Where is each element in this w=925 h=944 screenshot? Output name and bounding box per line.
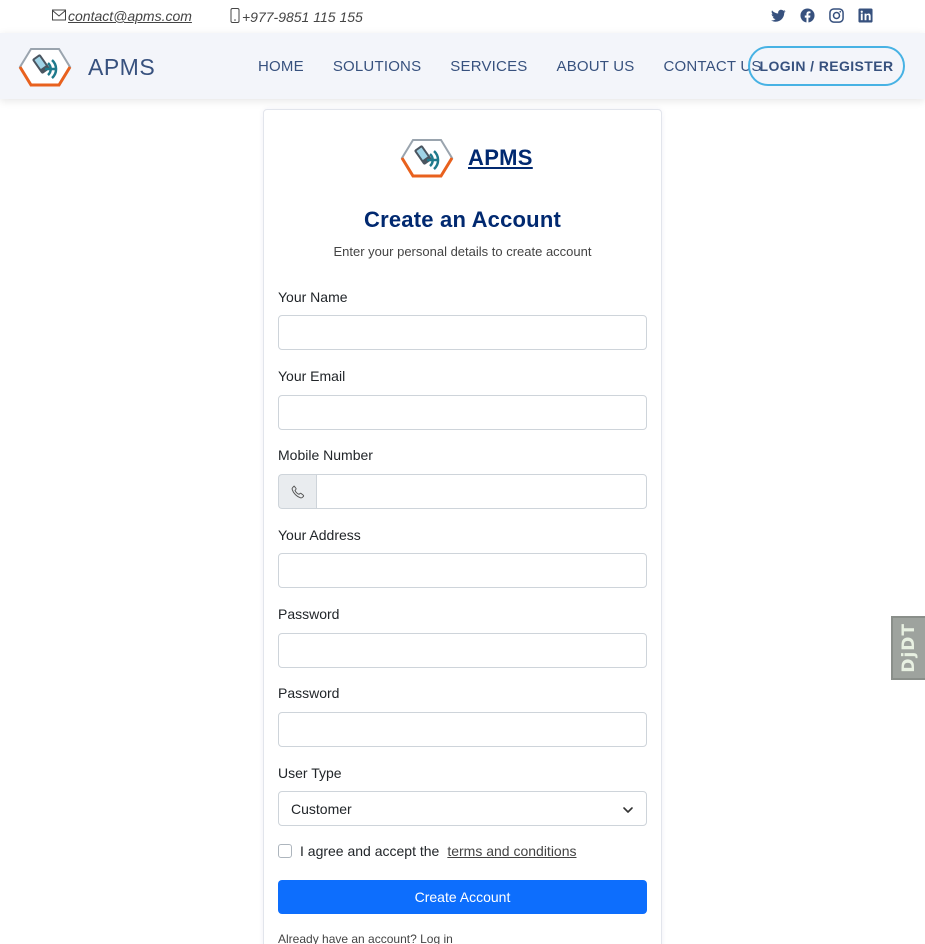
nav-home[interactable]: HOME xyxy=(258,58,304,75)
address-input[interactable] xyxy=(278,553,647,588)
terms-agreement: I agree and accept the terms and conditi… xyxy=(278,843,577,859)
brand[interactable]: APMS xyxy=(18,47,155,87)
debug-toolbar-label: DjDT xyxy=(899,623,919,673)
nav-solutions[interactable]: SOLUTIONS xyxy=(333,58,421,75)
contact-phone: +977-9851 115 155 xyxy=(230,8,363,26)
page-subtitle: Enter your personal details to create ac… xyxy=(333,244,592,259)
create-account-button[interactable]: Create Account xyxy=(278,880,647,914)
user-type-select[interactable]: Customer xyxy=(278,791,647,826)
terms-link[interactable]: terms and conditions xyxy=(447,843,576,859)
page-title: Create an Account xyxy=(364,207,561,232)
envelope-icon xyxy=(52,8,66,24)
agree-text: I agree and accept the xyxy=(300,843,440,859)
address-label: Your Address xyxy=(278,527,361,543)
phone-number: +977-9851 115 155 xyxy=(242,9,363,25)
name-input[interactable] xyxy=(278,315,647,350)
name-label: Your Name xyxy=(278,289,348,305)
card-brand-name: APMS xyxy=(468,145,533,170)
user-type-value: Customer xyxy=(291,800,352,817)
apms-logo-icon xyxy=(18,47,72,87)
terms-checkbox[interactable] xyxy=(278,844,292,858)
user-type-label: User Type xyxy=(278,765,342,781)
already-text: Already have an account? xyxy=(278,932,417,944)
phone-icon xyxy=(278,474,316,509)
already-have-account: Already have an account? Log in xyxy=(278,932,453,944)
register-card: APMS Create an Account Enter your person… xyxy=(263,109,662,944)
apms-logo-icon xyxy=(400,138,454,178)
nav-contact-us[interactable]: CONTACT US xyxy=(664,58,762,75)
nav-services[interactable]: SERVICES xyxy=(450,58,527,75)
chevron-down-icon xyxy=(622,803,634,815)
brand-name: APMS xyxy=(88,53,156,80)
twitter-icon[interactable] xyxy=(771,8,786,23)
mobile-input-group xyxy=(278,474,647,509)
email-label: Your Email xyxy=(278,368,346,384)
debug-toolbar-handle[interactable]: DjDT xyxy=(891,616,925,680)
main-nav: HOME SOLUTIONS SERVICES ABOUT US CONTACT… xyxy=(258,58,762,75)
confirm-password-label: Password xyxy=(278,685,340,701)
linkedin-icon[interactable] xyxy=(858,8,873,23)
instagram-icon[interactable] xyxy=(829,8,844,23)
contact-email: contact@apms.com xyxy=(52,8,192,24)
nav-about-us[interactable]: ABOUT US xyxy=(556,58,634,75)
password-label: Password xyxy=(278,606,340,622)
facebook-icon[interactable] xyxy=(800,8,815,23)
mobile-phone-icon xyxy=(230,8,240,26)
confirm-password-input[interactable] xyxy=(278,712,647,747)
email-input[interactable] xyxy=(278,395,647,430)
login-register-button[interactable]: LOGIN / REGISTER xyxy=(748,46,905,86)
mobile-input[interactable] xyxy=(316,474,647,509)
top-bar: contact@apms.com +977-9851 115 155 xyxy=(0,0,925,33)
social-links xyxy=(771,8,873,23)
password-input[interactable] xyxy=(278,633,647,668)
mobile-label: Mobile Number xyxy=(278,447,373,463)
login-link[interactable]: Log in xyxy=(420,932,453,944)
card-brand[interactable]: APMS xyxy=(400,138,533,178)
site-header: APMS HOME SOLUTIONS SERVICES ABOUT US CO… xyxy=(0,33,925,99)
email-link[interactable]: contact@apms.com xyxy=(68,8,192,24)
